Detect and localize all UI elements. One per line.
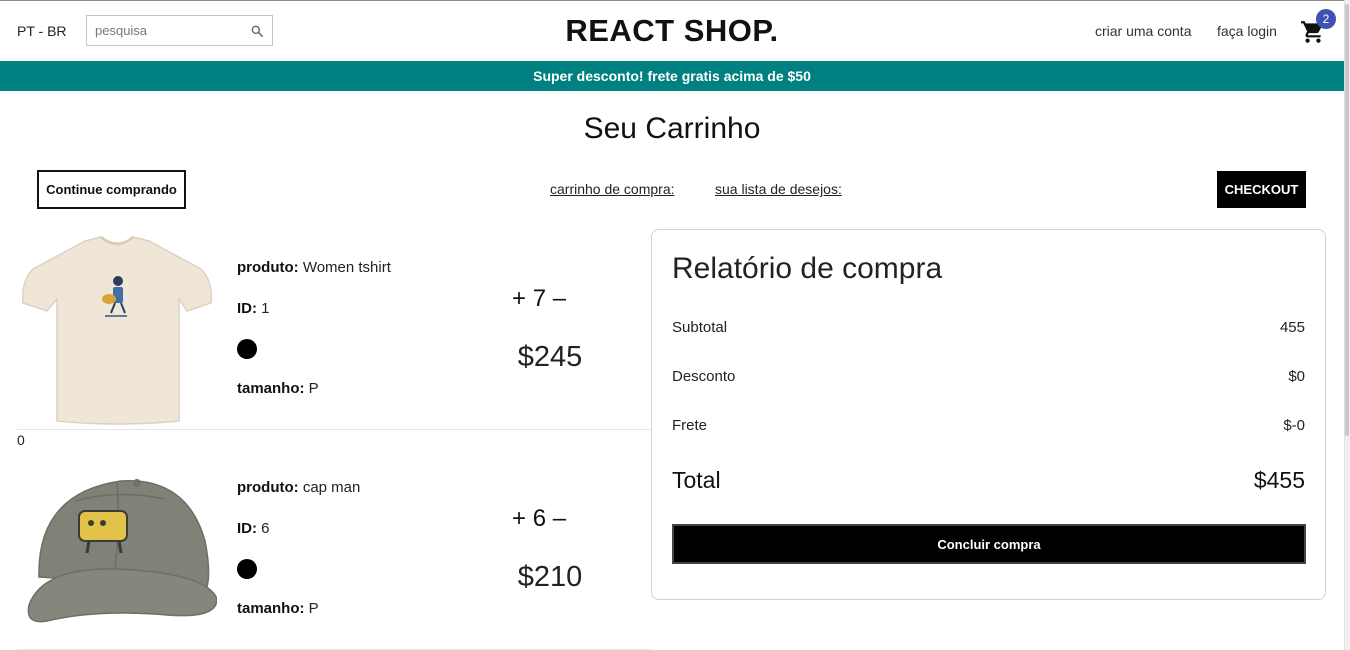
checkout-button[interactable]: CHECKOUT [1217, 171, 1306, 208]
product-image-tshirt [21, 236, 213, 425]
product-id-line: ID: 6 [237, 520, 270, 537]
product-price: $245 [517, 341, 583, 373]
product-size-label: tamanho: [237, 600, 305, 617]
decrease-quantity-button[interactable]: – [553, 505, 566, 533]
cart-item: produto: Women tshirt ID: 1 tamanho: P +… [17, 229, 651, 430]
product-image-cap [27, 479, 217, 623]
product-name: cap man [302, 479, 361, 496]
subtotal-label: Subtotal [672, 319, 728, 336]
product-name-line: produto: Women tshirt [237, 259, 391, 276]
product-name: Women tshirt [302, 259, 391, 276]
promo-banner: Super desconto! frete gratis acima de $5… [0, 61, 1344, 91]
shipping-label: Frete [672, 417, 708, 434]
product-size-line: tamanho: P [237, 600, 319, 617]
summary-title: Relatório de compra [672, 252, 943, 285]
total-value: $455 [1253, 467, 1305, 493]
product-size: P [308, 380, 319, 397]
quantity-value: 6 [532, 505, 547, 532]
increase-quantity-button[interactable]: + [512, 285, 526, 313]
quantity-stepper: + 6 – [512, 505, 566, 533]
decrease-quantity-button[interactable]: – [553, 285, 566, 313]
navbar: PT - BR REACT SHOP. criar uma conta faça… [0, 1, 1344, 61]
product-name-line: produto: cap man [237, 479, 360, 496]
login-link[interactable]: faça login [1217, 23, 1277, 39]
vertical-scrollbar[interactable] [1344, 0, 1350, 650]
cart-link[interactable]: carrinho de compra: [550, 181, 675, 197]
discount-value: $0 [1288, 368, 1305, 385]
shipping-value: $-0 [1283, 417, 1305, 434]
discount-label: Desconto [672, 368, 736, 385]
scrollbar-thumb[interactable] [1345, 4, 1349, 436]
increase-quantity-button[interactable]: + [512, 505, 526, 533]
product-label: produto: [237, 259, 299, 276]
product-id: 1 [261, 300, 270, 317]
product-id-label: ID: [237, 300, 257, 317]
order-summary-card: Relatório de compra Subtotal 455 Descont… [651, 229, 1326, 600]
subtotal-value: 455 [1279, 319, 1305, 336]
stray-value: 0 [17, 432, 25, 448]
wishlist-link[interactable]: sua lista de desejos: [715, 181, 842, 197]
product-color-swatch [237, 559, 257, 579]
create-account-link[interactable]: criar uma conta [1095, 23, 1191, 39]
complete-purchase-button[interactable]: Concluir compra [672, 524, 1306, 564]
page-title: Seu Carrinho [583, 112, 761, 145]
total-label: Total [672, 467, 721, 493]
item-divider [17, 429, 651, 430]
product-id-line: ID: 1 [237, 300, 270, 317]
continue-shopping-button[interactable]: Continue comprando [37, 170, 186, 209]
product-color-swatch [237, 339, 257, 359]
product-size-line: tamanho: P [237, 380, 319, 397]
cart-count-badge: 2 [1316, 9, 1336, 29]
quantity-stepper: + 7 – [512, 285, 566, 313]
product-size-label: tamanho: [237, 380, 305, 397]
product-price: $210 [517, 561, 583, 593]
product-id-label: ID: [237, 520, 257, 537]
cart-item: produto: cap man ID: 6 tamanho: P + 6 – … [17, 449, 651, 650]
quantity-value: 7 [532, 285, 547, 312]
product-id: 6 [261, 520, 270, 537]
product-size: P [308, 600, 319, 617]
product-label: produto: [237, 479, 299, 496]
